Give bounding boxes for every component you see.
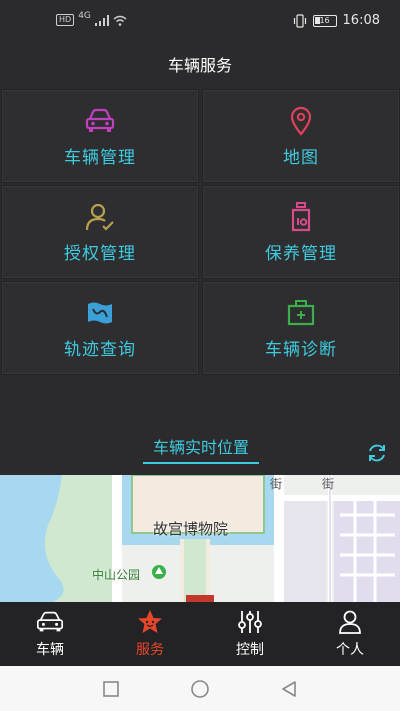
nav-label: 车辆 (36, 642, 64, 658)
tab-underline (143, 462, 259, 464)
tile-label: 授权管理 (64, 243, 136, 264)
nav-vehicle[interactable]: 车辆 (0, 602, 100, 666)
battery-icon: 16 (312, 14, 337, 27)
map-label-palace-museum: 故宫博物院 (153, 520, 229, 538)
person-icon (335, 609, 365, 635)
wifi-icon (113, 15, 127, 26)
realtime-position-tab[interactable]: 车辆实时位置 (143, 434, 259, 458)
tile-maintenance-management[interactable]: 保养管理 (202, 185, 400, 279)
page-title: 车辆服务 (167, 56, 232, 75)
tile-vehicle-diagnosis[interactable]: 车辆诊断 (202, 281, 400, 375)
nav-label: 控制 (236, 642, 264, 658)
map-pin-icon (285, 105, 317, 137)
car-icon (84, 105, 116, 137)
battery-level: 16 (319, 16, 330, 25)
map-label-street-2: 街 (322, 477, 335, 491)
network-generation: 4G (78, 11, 91, 21)
status-bar: HD 4G 16 16:08 (0, 0, 400, 44)
route-map-icon (84, 297, 116, 329)
car-outline-icon (35, 609, 65, 635)
tile-label: 车辆管理 (64, 147, 136, 168)
network-indicator: HD 4G (56, 11, 127, 26)
realtime-position-header: 车辆实时位置 (0, 428, 400, 474)
sliders-icon (235, 609, 265, 635)
user-check-icon (84, 201, 116, 233)
nav-personal[interactable]: 个人 (300, 602, 400, 666)
nav-label: 服务 (136, 642, 164, 658)
tile-authorization-management[interactable]: 授权管理 (1, 185, 199, 279)
tile-map[interactable]: 地图 (202, 89, 400, 183)
vibrate-icon (293, 13, 306, 28)
tile-track-query[interactable]: 轨迹查询 (1, 281, 199, 375)
nav-control[interactable]: 控制 (200, 602, 300, 666)
nav-label: 个人 (336, 642, 364, 658)
refresh-icon[interactable] (366, 442, 388, 464)
tile-label: 轨迹查询 (64, 339, 136, 360)
map-label-zhongshan-park: 中山公园 (92, 568, 141, 582)
tile-label: 地图 (283, 147, 319, 168)
nav-service[interactable]: 服务 (100, 602, 200, 666)
status-right: 16 16:08 (293, 13, 380, 28)
signal-icon (94, 14, 109, 26)
map-label-street-1: 街 (270, 477, 283, 491)
recents-icon[interactable] (102, 680, 120, 698)
clock: 16:08 (342, 13, 380, 28)
tile-label: 保养管理 (265, 243, 337, 264)
bottom-nav: 车辆 服务 控制 个人 (0, 602, 400, 666)
tile-label: 车辆诊断 (265, 339, 337, 360)
back-icon[interactable] (280, 680, 298, 698)
map-view[interactable]: 故宫博物院 中山公园 街 街 (0, 475, 400, 602)
medical-kit-icon (285, 297, 317, 329)
oil-can-icon (285, 201, 317, 233)
system-nav-bar (0, 666, 400, 711)
home-icon[interactable] (190, 679, 210, 699)
tile-vehicle-management[interactable]: 车辆管理 (1, 89, 199, 183)
star-icon (135, 609, 165, 635)
hd-badge: HD (56, 14, 75, 26)
